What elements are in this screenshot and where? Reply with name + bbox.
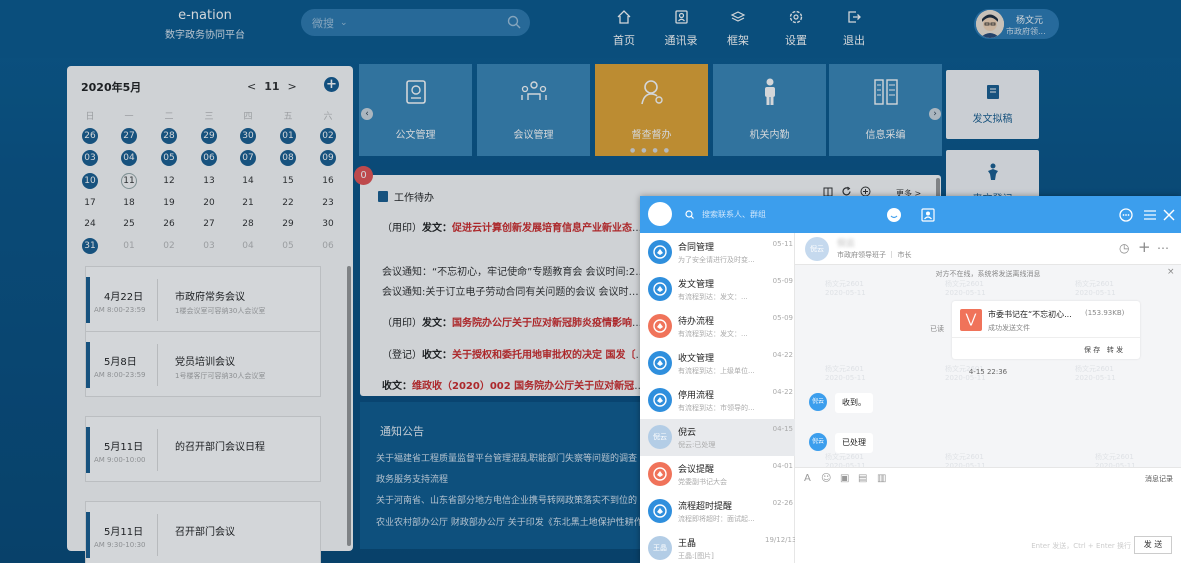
conversation-avatar	[648, 314, 672, 338]
offline-notice: 对方不在线，系统将发送离线消息	[935, 270, 1041, 278]
conversation-preview: 王晶:[图片]	[678, 552, 714, 560]
conversation-preview: 有流程到达：市领导的...	[678, 404, 755, 412]
conversation-header: 倪云 倪云 市政府领导班子 ｜ 市长 ◷ + ⋯	[795, 233, 1181, 265]
conversation-item[interactable]: 倪云 倪云 倪云:已处理 04-15	[640, 419, 795, 456]
conversation-avatar	[648, 240, 672, 264]
conversation-item[interactable]: 停用流程有流程到达：市领导的... 04-22	[640, 382, 795, 419]
conversation-name: 收文管理	[678, 354, 715, 364]
chat-window: 搜索联系人、群组 合同管理为了安全请进行及时变... 05-11 发文管理有流程到达…	[640, 196, 1181, 563]
add-icon[interactable]: +	[1138, 238, 1151, 256]
folder-icon[interactable]: ▤	[858, 473, 867, 484]
conversation-preview: 倪云:已处理	[678, 441, 716, 449]
conversation-avatar	[648, 462, 672, 486]
conversation-time: 04-01	[772, 462, 793, 470]
search-icon	[685, 210, 694, 219]
menu-icon[interactable]	[1142, 207, 1158, 223]
file-actions: 保 存 转 发	[1084, 345, 1123, 355]
contact-name: 倪云	[837, 239, 856, 249]
conversation-time: 02-26	[772, 499, 793, 507]
contacts-icon[interactable]	[920, 207, 936, 223]
conversation-item[interactable]: 合同管理为了安全请进行及时变... 05-11	[640, 234, 795, 271]
conversation-time: 19/12/13	[765, 536, 797, 544]
contact-subtitle: 市政府领导班子 ｜ 市长	[837, 251, 912, 259]
font-icon[interactable]: A	[804, 473, 811, 484]
save-file-button[interactable]: 保 存	[1084, 346, 1100, 354]
screenshot-icon[interactable]: ▥	[877, 473, 886, 484]
conversation-name: 会议提醒	[678, 465, 715, 475]
conversation-name: 发文管理	[678, 280, 715, 290]
conversation-avatar	[648, 277, 672, 301]
message-avatar[interactable]: 倪云	[809, 393, 827, 411]
conversation-preview: 有流程到达：上级单位...	[678, 367, 755, 375]
clock-icon[interactable]: ◷	[1119, 241, 1129, 255]
conversation-name: 倪云	[678, 428, 697, 438]
conversation-avatar	[648, 351, 672, 375]
file-status: 成功发送文件	[988, 324, 1030, 332]
conversation-preview: 为了安全请进行及时变...	[678, 256, 755, 264]
file-name: 市委书记在“不忘初心...	[988, 310, 1072, 319]
conversation-avatar: 王晶	[648, 536, 672, 560]
pdf-icon: ⋁	[960, 309, 982, 331]
conversation-avatar	[648, 499, 672, 523]
message-timestamp: 4-15 22:36	[968, 368, 1008, 376]
conversation-time: 05-09	[772, 314, 793, 322]
conversation-preview: 有流程到达：发文：...	[678, 293, 748, 301]
more-icon[interactable]: ⋯	[1157, 241, 1169, 255]
conversation-preview: 有流程到达：发文：...	[678, 330, 748, 338]
conversation-item[interactable]: 流程超时提醒流程即将超时：面试起... 02-26	[640, 493, 795, 530]
message-bubble[interactable]: 收到。	[835, 393, 873, 413]
message-input[interactable]: Enter 发送，Ctrl + Enter 换行 发 送	[795, 489, 1181, 563]
conversation-time: 04-22	[772, 351, 793, 359]
conversation-item[interactable]: 发文管理有流程到达：发文：... 05-09	[640, 271, 795, 308]
forward-file-button[interactable]: 转 发	[1107, 346, 1123, 354]
emoji-icon[interactable]: ☺	[821, 473, 831, 484]
close-icon[interactable]	[1161, 207, 1177, 223]
send-button[interactable]: 发 送	[1134, 536, 1172, 554]
conversation-name: 待办流程	[678, 317, 715, 327]
file-message[interactable]: ⋁ 市委书记在“不忘初心... (153.93KB) 成功发送文件 保 存 转 …	[952, 301, 1140, 359]
conversation-avatar	[648, 388, 672, 412]
my-avatar[interactable]	[648, 202, 672, 226]
conversation-item[interactable]: 会议提醒党委副书记大会 04-01	[640, 456, 795, 493]
conversation-name: 合同管理	[678, 243, 715, 253]
conversation-name: 流程超时提醒	[678, 502, 733, 512]
conversation-time: 04-15	[772, 425, 793, 433]
conversation-name: 王晶	[678, 539, 697, 549]
conversation-preview: 党委副书记大会	[678, 478, 727, 486]
conversation-preview: 流程即将超时：面试起...	[678, 515, 755, 523]
image-icon[interactable]: ▣	[840, 473, 849, 484]
input-toolbar: A ☺ ▣ ▤ ▥ 消息记录	[795, 467, 1181, 489]
chat-search[interactable]: 搜索联系人、群组	[685, 209, 766, 220]
message-bubble[interactable]: 已处理	[835, 433, 873, 453]
conversation-avatar: 倪云	[648, 425, 672, 449]
chat-search-placeholder: 搜索联系人、群组	[702, 210, 766, 219]
chat-titlebar: 搜索联系人、群组	[640, 196, 1181, 233]
conversation-name: 停用流程	[678, 391, 715, 401]
message-avatar[interactable]: 倪云	[809, 433, 827, 451]
read-status: 已读	[930, 325, 944, 333]
conversation-list: 合同管理为了安全请进行及时变... 05-11 发文管理有流程到达：发文：... 05…	[640, 233, 797, 563]
conversation-item[interactable]: 王晶 王晶 王晶:[图片] 19/12/13	[640, 530, 797, 563]
file-size: (153.93KB)	[1085, 309, 1125, 317]
conversation-item[interactable]: 收文管理有流程到达：上级单位... 04-22	[640, 345, 795, 382]
send-hint: Enter 发送，Ctrl + Enter 换行	[1031, 542, 1131, 550]
close-icon[interactable]: ×	[1167, 267, 1175, 277]
watermark: 杨文元26012020-05-11	[825, 280, 866, 297]
conversation-time: 05-11	[772, 240, 793, 248]
conversation-time: 04-22	[772, 388, 793, 396]
conversation-time: 05-09	[772, 277, 793, 285]
watermark: 杨文元26012020-05-11	[1075, 280, 1116, 297]
chat-settings-icon[interactable]	[1118, 207, 1134, 223]
chat-bubble-icon[interactable]	[886, 207, 902, 223]
divider	[952, 337, 1140, 338]
message-history-link[interactable]: 消息记录	[1145, 474, 1173, 484]
conversation-pane: 杨文元2601 2020-05-11 杨文元2601 2020-05-11 杨文元260…	[795, 233, 1181, 563]
contact-avatar[interactable]: 倪云	[805, 237, 829, 261]
conversation-item[interactable]: 待办流程有流程到达：发文：... 05-09	[640, 308, 795, 345]
watermark: 杨文元26012020-05-11	[945, 280, 986, 297]
